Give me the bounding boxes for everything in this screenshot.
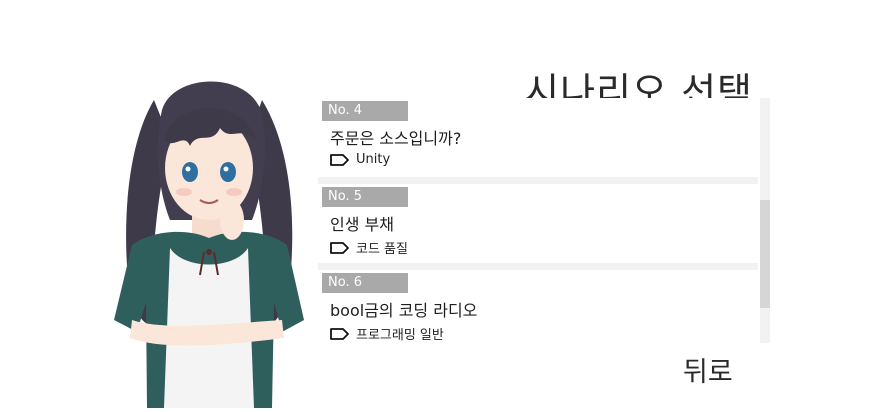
tag-icon <box>330 327 349 340</box>
scenario-number-badge: No. 4 <box>322 101 408 121</box>
scenario-item[interactable]: No. 5 인생 부채 코드 품질 <box>318 184 758 270</box>
tag-icon <box>330 153 349 166</box>
scenario-tag-label: Unity <box>356 152 391 167</box>
tag-icon <box>330 241 349 254</box>
scenario-list-scrollbar[interactable] <box>760 98 770 343</box>
back-button[interactable]: 뒤로 <box>683 350 733 389</box>
scenario-tag-label: 코드 품질 <box>356 242 408 257</box>
scrollbar-thumb[interactable] <box>760 200 770 308</box>
scenario-number-badge: No. 5 <box>322 187 408 207</box>
scenario-item[interactable]: No. 6 bool금의 코딩 라디오 프로그래밍 일반 <box>318 270 758 343</box>
scenario-title: 주문은 소스입니까? <box>330 129 462 148</box>
scenario-tag-label: 프로그래밍 일반 <box>356 328 444 343</box>
character-portrait <box>92 70 322 408</box>
scenario-number-badge: No. 6 <box>322 273 408 293</box>
scenario-tag: 코드 품질 <box>330 238 408 257</box>
scenario-title: bool금의 코딩 라디오 <box>330 301 478 320</box>
scenario-title: 인생 부채 <box>330 215 394 234</box>
scenario-list[interactable]: No. 4 주문은 소스입니까? Unity No. 5 인생 부채 코드 품질… <box>318 98 758 343</box>
scenario-item[interactable]: No. 4 주문은 소스입니까? Unity <box>318 98 758 184</box>
scenario-tag: 프로그래밍 일반 <box>330 324 444 343</box>
scenario-tag: Unity <box>330 152 390 167</box>
